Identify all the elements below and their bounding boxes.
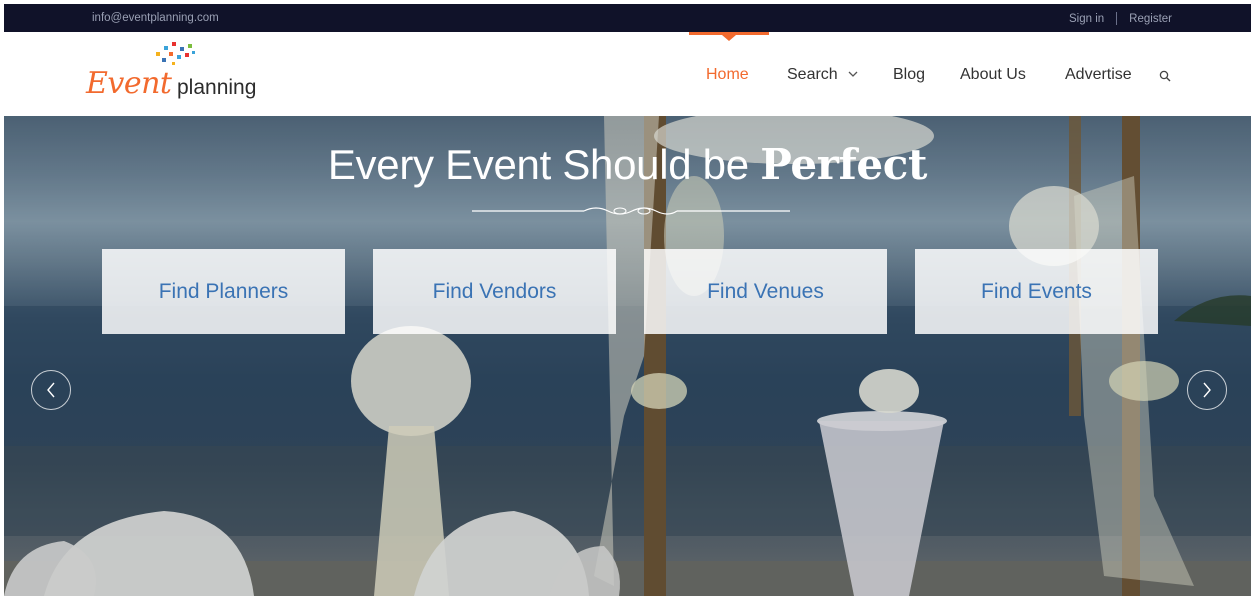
contact-email-link[interactable]: info@eventplanning.com xyxy=(92,12,219,24)
hero-title: Every Event Should be Perfect xyxy=(4,140,1251,189)
active-nav-arrow xyxy=(722,35,736,41)
hero-title-prefix: Every Event Should be xyxy=(327,141,749,188)
chevron-right-icon xyxy=(1203,382,1211,398)
nav-home[interactable]: Home xyxy=(706,66,749,84)
register-link[interactable]: Register xyxy=(1129,13,1172,25)
decorative-divider-icon xyxy=(472,207,790,215)
nav-about-us[interactable]: About Us xyxy=(960,66,1026,84)
chevron-down-icon xyxy=(848,71,858,78)
chevron-left-icon xyxy=(47,382,55,398)
hero-title-emphasis: Perfect xyxy=(760,140,928,189)
sign-in-link[interactable]: Sign in xyxy=(1069,13,1104,25)
find-vendors-button[interactable]: Find Vendors xyxy=(373,249,616,334)
nav-advertise[interactable]: Advertise xyxy=(1065,66,1132,84)
nav-search[interactable]: Search xyxy=(787,66,858,84)
top-utility-bar: info@eventplanning.com Sign in Register xyxy=(4,4,1251,32)
main-navigation: Home Search Blog About Us Advertise xyxy=(0,32,1253,116)
nav-search-label: Search xyxy=(787,66,838,83)
find-events-button[interactable]: Find Events xyxy=(915,249,1158,334)
site-header: Event planning Home Search Blog About Us… xyxy=(0,32,1253,116)
auth-links: Sign in Register xyxy=(1069,12,1172,25)
slider-prev-button[interactable] xyxy=(31,370,71,410)
auth-divider xyxy=(1116,12,1118,25)
find-planners-button[interactable]: Find Planners xyxy=(102,249,345,334)
search-icon[interactable] xyxy=(1159,70,1171,82)
nav-blog[interactable]: Blog xyxy=(893,66,925,84)
slider-next-button[interactable] xyxy=(1187,370,1227,410)
hero-banner: Every Event Should be Perfect Find Plann… xyxy=(4,116,1251,596)
find-venues-button[interactable]: Find Venues xyxy=(644,249,887,334)
